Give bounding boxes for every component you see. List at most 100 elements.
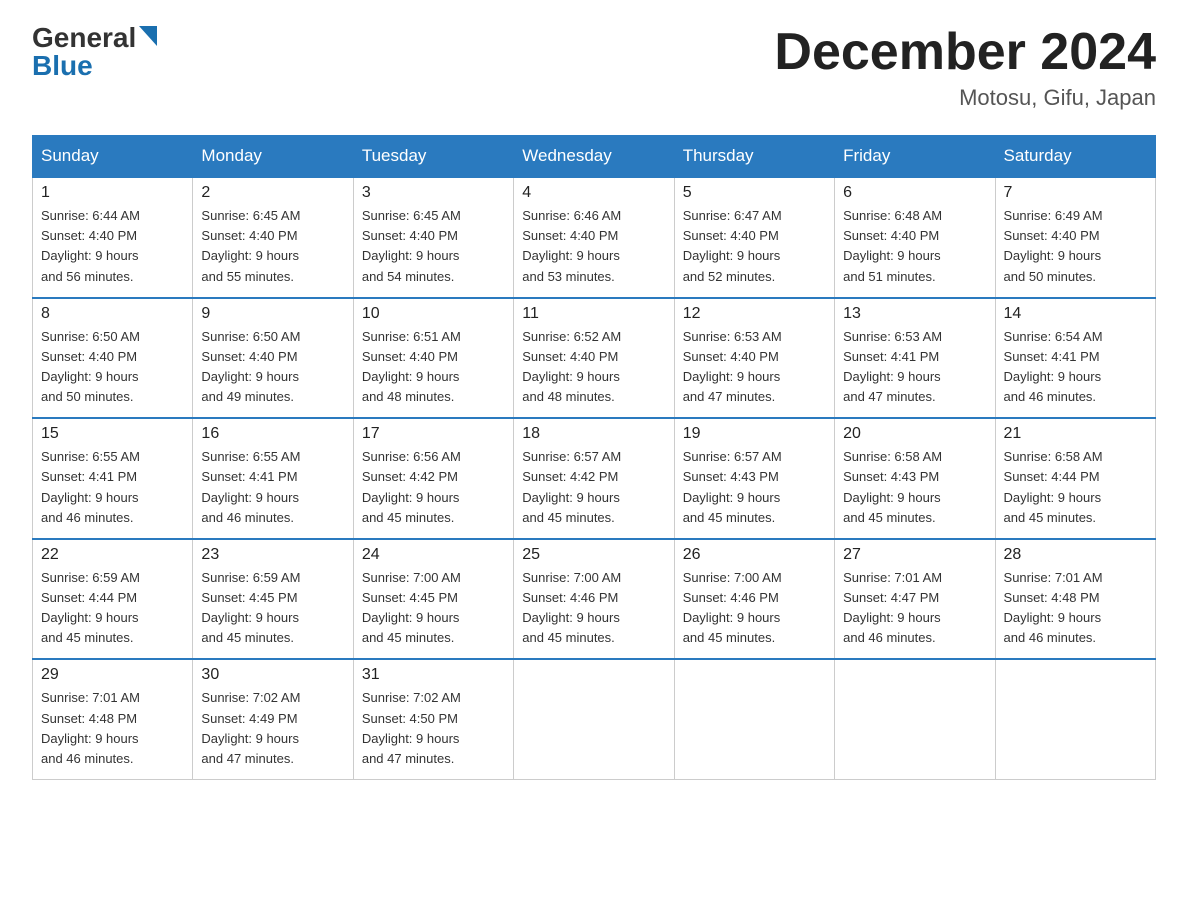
day-info: Sunrise: 7:00 AMSunset: 4:46 PMDaylight:… [522,570,621,645]
day-number: 3 [362,184,505,202]
calendar-cell: 14 Sunrise: 6:54 AMSunset: 4:41 PMDaylig… [995,298,1155,419]
day-number: 24 [362,546,505,564]
calendar-cell: 3 Sunrise: 6:45 AMSunset: 4:40 PMDayligh… [353,177,513,298]
day-info: Sunrise: 6:57 AMSunset: 4:43 PMDaylight:… [683,449,782,524]
weekday-header-sunday: Sunday [33,136,193,178]
day-number: 19 [683,425,826,443]
calendar-cell: 31 Sunrise: 7:02 AMSunset: 4:50 PMDaylig… [353,659,513,779]
calendar-cell: 7 Sunrise: 6:49 AMSunset: 4:40 PMDayligh… [995,177,1155,298]
calendar-cell: 4 Sunrise: 6:46 AMSunset: 4:40 PMDayligh… [514,177,674,298]
day-info: Sunrise: 6:49 AMSunset: 4:40 PMDaylight:… [1004,208,1103,283]
calendar-table: SundayMondayTuesdayWednesdayThursdayFrid… [32,135,1156,780]
week-row-3: 15 Sunrise: 6:55 AMSunset: 4:41 PMDaylig… [33,418,1156,539]
day-info: Sunrise: 6:45 AMSunset: 4:40 PMDaylight:… [362,208,461,283]
day-number: 10 [362,305,505,323]
day-number: 26 [683,546,826,564]
calendar-cell: 24 Sunrise: 7:00 AMSunset: 4:45 PMDaylig… [353,539,513,660]
day-number: 8 [41,305,184,323]
day-info: Sunrise: 6:45 AMSunset: 4:40 PMDaylight:… [201,208,300,283]
week-row-4: 22 Sunrise: 6:59 AMSunset: 4:44 PMDaylig… [33,539,1156,660]
day-number: 13 [843,305,986,323]
day-number: 11 [522,305,665,323]
calendar-cell: 6 Sunrise: 6:48 AMSunset: 4:40 PMDayligh… [835,177,995,298]
day-number: 7 [1004,184,1147,202]
day-info: Sunrise: 6:58 AMSunset: 4:44 PMDaylight:… [1004,449,1103,524]
day-info: Sunrise: 6:55 AMSunset: 4:41 PMDaylight:… [41,449,140,524]
calendar-cell: 25 Sunrise: 7:00 AMSunset: 4:46 PMDaylig… [514,539,674,660]
weekday-header-wednesday: Wednesday [514,136,674,178]
weekday-header-monday: Monday [193,136,353,178]
day-info: Sunrise: 6:58 AMSunset: 4:43 PMDaylight:… [843,449,942,524]
calendar-cell: 16 Sunrise: 6:55 AMSunset: 4:41 PMDaylig… [193,418,353,539]
day-info: Sunrise: 7:02 AMSunset: 4:49 PMDaylight:… [201,690,300,765]
day-number: 27 [843,546,986,564]
location-title: Motosu, Gifu, Japan [774,85,1156,111]
day-number: 9 [201,305,344,323]
calendar-cell: 20 Sunrise: 6:58 AMSunset: 4:43 PMDaylig… [835,418,995,539]
day-info: Sunrise: 6:50 AMSunset: 4:40 PMDaylight:… [41,329,140,404]
day-number: 16 [201,425,344,443]
calendar-cell: 29 Sunrise: 7:01 AMSunset: 4:48 PMDaylig… [33,659,193,779]
day-info: Sunrise: 7:00 AMSunset: 4:46 PMDaylight:… [683,570,782,645]
calendar-cell: 27 Sunrise: 7:01 AMSunset: 4:47 PMDaylig… [835,539,995,660]
day-info: Sunrise: 6:50 AMSunset: 4:40 PMDaylight:… [201,329,300,404]
weekday-header-friday: Friday [835,136,995,178]
day-info: Sunrise: 6:48 AMSunset: 4:40 PMDaylight:… [843,208,942,283]
weekday-header-tuesday: Tuesday [353,136,513,178]
day-info: Sunrise: 7:02 AMSunset: 4:50 PMDaylight:… [362,690,461,765]
day-number: 14 [1004,305,1147,323]
day-number: 17 [362,425,505,443]
day-number: 25 [522,546,665,564]
calendar-cell: 1 Sunrise: 6:44 AMSunset: 4:40 PMDayligh… [33,177,193,298]
week-row-1: 1 Sunrise: 6:44 AMSunset: 4:40 PMDayligh… [33,177,1156,298]
day-number: 4 [522,184,665,202]
day-info: Sunrise: 7:01 AMSunset: 4:48 PMDaylight:… [41,690,140,765]
weekday-header-saturday: Saturday [995,136,1155,178]
day-info: Sunrise: 7:00 AMSunset: 4:45 PMDaylight:… [362,570,461,645]
page-header: General Blue December 2024 Motosu, Gifu,… [32,24,1156,111]
day-number: 20 [843,425,986,443]
day-number: 2 [201,184,344,202]
day-number: 23 [201,546,344,564]
calendar-cell: 22 Sunrise: 6:59 AMSunset: 4:44 PMDaylig… [33,539,193,660]
day-info: Sunrise: 6:55 AMSunset: 4:41 PMDaylight:… [201,449,300,524]
calendar-cell: 17 Sunrise: 6:56 AMSunset: 4:42 PMDaylig… [353,418,513,539]
title-area: December 2024 Motosu, Gifu, Japan [774,24,1156,111]
day-number: 22 [41,546,184,564]
day-info: Sunrise: 6:54 AMSunset: 4:41 PMDaylight:… [1004,329,1103,404]
calendar-cell: 26 Sunrise: 7:00 AMSunset: 4:46 PMDaylig… [674,539,834,660]
calendar-cell: 9 Sunrise: 6:50 AMSunset: 4:40 PMDayligh… [193,298,353,419]
weekday-header-row: SundayMondayTuesdayWednesdayThursdayFrid… [33,136,1156,178]
week-row-2: 8 Sunrise: 6:50 AMSunset: 4:40 PMDayligh… [33,298,1156,419]
calendar-cell: 11 Sunrise: 6:52 AMSunset: 4:40 PMDaylig… [514,298,674,419]
calendar-cell: 13 Sunrise: 6:53 AMSunset: 4:41 PMDaylig… [835,298,995,419]
day-number: 6 [843,184,986,202]
calendar-cell: 19 Sunrise: 6:57 AMSunset: 4:43 PMDaylig… [674,418,834,539]
day-number: 21 [1004,425,1147,443]
day-info: Sunrise: 6:53 AMSunset: 4:40 PMDaylight:… [683,329,782,404]
calendar-cell: 28 Sunrise: 7:01 AMSunset: 4:48 PMDaylig… [995,539,1155,660]
calendar-cell: 12 Sunrise: 6:53 AMSunset: 4:40 PMDaylig… [674,298,834,419]
day-number: 18 [522,425,665,443]
day-info: Sunrise: 7:01 AMSunset: 4:47 PMDaylight:… [843,570,942,645]
calendar-cell: 18 Sunrise: 6:57 AMSunset: 4:42 PMDaylig… [514,418,674,539]
day-info: Sunrise: 6:53 AMSunset: 4:41 PMDaylight:… [843,329,942,404]
day-info: Sunrise: 6:44 AMSunset: 4:40 PMDaylight:… [41,208,140,283]
weekday-header-thursday: Thursday [674,136,834,178]
day-info: Sunrise: 6:59 AMSunset: 4:44 PMDaylight:… [41,570,140,645]
day-number: 12 [683,305,826,323]
logo-blue: Blue [32,50,93,81]
calendar-cell [514,659,674,779]
day-info: Sunrise: 7:01 AMSunset: 4:48 PMDaylight:… [1004,570,1103,645]
day-number: 28 [1004,546,1147,564]
day-number: 1 [41,184,184,202]
calendar-cell: 8 Sunrise: 6:50 AMSunset: 4:40 PMDayligh… [33,298,193,419]
month-title: December 2024 [774,24,1156,81]
calendar-cell [995,659,1155,779]
logo-arrow-icon [139,26,157,46]
calendar-cell: 23 Sunrise: 6:59 AMSunset: 4:45 PMDaylig… [193,539,353,660]
day-number: 30 [201,666,344,684]
calendar-cell: 30 Sunrise: 7:02 AMSunset: 4:49 PMDaylig… [193,659,353,779]
calendar-cell: 5 Sunrise: 6:47 AMSunset: 4:40 PMDayligh… [674,177,834,298]
calendar-cell: 15 Sunrise: 6:55 AMSunset: 4:41 PMDaylig… [33,418,193,539]
